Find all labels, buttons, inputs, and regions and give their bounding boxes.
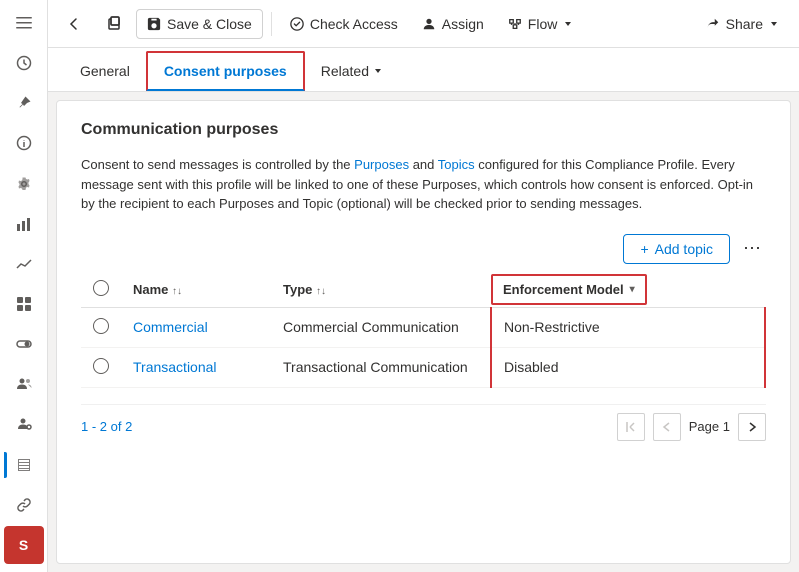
row-enforcement-1: Non-Restrictive xyxy=(491,307,765,347)
row-select-2[interactable] xyxy=(81,347,121,387)
flow-button[interactable]: Flow xyxy=(498,10,584,38)
info-icon[interactable] xyxy=(4,124,44,162)
page-next-button[interactable] xyxy=(738,413,766,441)
assign-icon xyxy=(422,17,436,31)
purposes-link[interactable]: Purposes xyxy=(354,157,409,172)
plus-icon: + xyxy=(640,241,648,257)
share-label: Share xyxy=(726,16,763,32)
row-type-2: Transactional Communication xyxy=(271,347,491,387)
chart-icon[interactable] xyxy=(4,205,44,243)
toolbar: Save & Close Check Access Assign Flow xyxy=(48,0,799,48)
table-data-icon[interactable] xyxy=(4,446,44,484)
row-radio-2[interactable] xyxy=(93,358,109,374)
type-sort-icon: ↑↓ xyxy=(316,286,326,297)
flow-dropdown-icon xyxy=(563,19,573,29)
table-row: Transactional Transactional Communicatio… xyxy=(81,347,765,387)
page-controls: Page 1 xyxy=(617,413,766,441)
add-topic-button[interactable]: + Add topic xyxy=(623,234,730,264)
pin-icon[interactable] xyxy=(4,84,44,122)
link-icon[interactable] xyxy=(4,486,44,524)
row-type-1: Commercial Communication xyxy=(271,307,491,347)
prev-icon xyxy=(660,420,674,434)
flow-icon xyxy=(508,17,522,31)
back-button[interactable] xyxy=(56,10,92,38)
add-topic-row: + Add topic ⋯ xyxy=(81,234,766,264)
save-close-label: Save & Close xyxy=(167,16,252,32)
col-header-select xyxy=(81,272,121,308)
content-area: Communication purposes Consent to send m… xyxy=(56,100,791,564)
clock-icon[interactable] xyxy=(4,44,44,82)
ellipsis-icon: ⋯ xyxy=(743,238,761,259)
commercial-link[interactable]: Commercial xyxy=(133,319,208,335)
row-name-1[interactable]: Commercial xyxy=(121,307,271,347)
save-icon xyxy=(147,17,161,31)
page-label: Page 1 xyxy=(689,419,730,434)
save-close-button[interactable]: Save & Close xyxy=(136,9,263,39)
check-access-label: Check Access xyxy=(310,16,398,32)
tab-bar: General Consent purposes Related xyxy=(48,48,799,92)
restore-button[interactable] xyxy=(96,10,132,38)
next-icon xyxy=(745,420,759,434)
share-button[interactable]: Share xyxy=(694,10,791,38)
name-sort-icon: ↑↓ xyxy=(172,286,182,297)
check-access-icon xyxy=(290,17,304,31)
section-title: Communication purposes xyxy=(81,121,766,139)
add-topic-label: Add topic xyxy=(655,241,713,257)
check-access-button[interactable]: Check Access xyxy=(280,10,408,38)
pagination: 1 - 2 of 2 Page 1 xyxy=(81,404,766,441)
share-dropdown-icon xyxy=(769,19,779,29)
row-enforcement-2: Disabled xyxy=(491,347,765,387)
page-first-button[interactable] xyxy=(617,413,645,441)
transactional-link[interactable]: Transactional xyxy=(133,359,217,375)
table-row: Commercial Commercial Communication Non-… xyxy=(81,307,765,347)
divider-1 xyxy=(271,12,272,36)
share-icon xyxy=(706,17,720,31)
col-header-enforcement[interactable]: Enforcement Model ▾ xyxy=(491,272,765,308)
row-name-2[interactable]: Transactional xyxy=(121,347,271,387)
restore-icon xyxy=(106,16,122,32)
enforcement-sort-icon: ▾ xyxy=(630,284,635,295)
row-select-1[interactable] xyxy=(81,307,121,347)
more-options-button[interactable]: ⋯ xyxy=(738,235,766,263)
tab-related[interactable]: Related xyxy=(305,53,399,91)
data-table: Name ↑↓ Type ↑↓ Enforcement Model ▾ xyxy=(81,272,766,388)
menu-icon[interactable] xyxy=(4,4,44,42)
analytics-icon[interactable] xyxy=(4,245,44,283)
page-number: 1 xyxy=(723,419,730,434)
col-header-name[interactable]: Name ↑↓ xyxy=(121,272,271,308)
toggle-icon[interactable] xyxy=(4,325,44,363)
user-avatar[interactable]: S xyxy=(4,526,44,564)
assign-label: Assign xyxy=(442,16,484,32)
pagination-info: 1 - 2 of 2 xyxy=(81,419,132,434)
flow-label: Flow xyxy=(528,16,558,32)
main-content: Save & Close Check Access Assign Flow xyxy=(48,0,799,572)
users-icon[interactable] xyxy=(4,365,44,403)
related-dropdown-icon xyxy=(373,66,383,76)
grid-icon[interactable] xyxy=(4,285,44,323)
assign-button[interactable]: Assign xyxy=(412,10,494,38)
select-all-radio[interactable] xyxy=(93,280,109,296)
tab-general[interactable]: General xyxy=(64,53,146,91)
section-description: Consent to send messages is controlled b… xyxy=(81,155,766,214)
col-header-type[interactable]: Type ↑↓ xyxy=(271,272,491,308)
tab-consent-purposes[interactable]: Consent purposes xyxy=(146,51,305,91)
topics-link[interactable]: Topics xyxy=(438,157,475,172)
user-settings-icon[interactable] xyxy=(4,405,44,443)
row-radio-1[interactable] xyxy=(93,318,109,334)
sidebar: S xyxy=(0,0,48,572)
page-prev-button[interactable] xyxy=(653,413,681,441)
settings-icon[interactable] xyxy=(4,165,44,203)
back-icon xyxy=(66,16,82,32)
enforcement-label: Enforcement Model xyxy=(503,282,624,297)
first-icon xyxy=(624,420,638,434)
